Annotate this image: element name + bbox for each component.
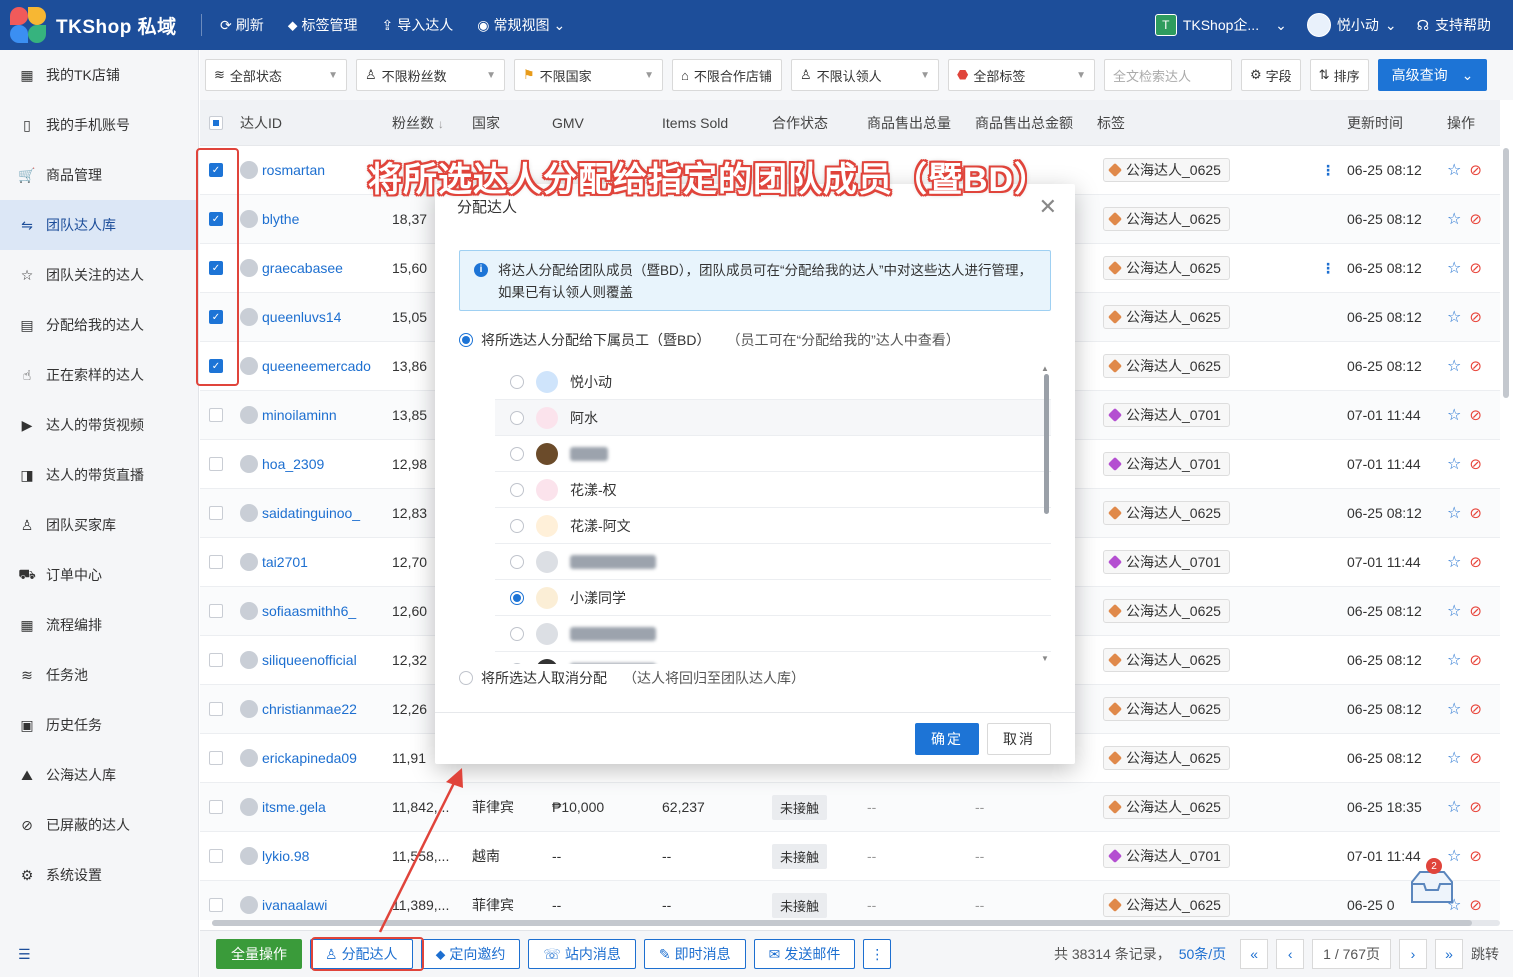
member-name: 花漾-阿文: [570, 517, 631, 534]
annotation-checkbox-highlight: [196, 148, 239, 386]
avatar: [536, 442, 558, 465]
assign-dialog: 分配达人 ✕ i 将达人分配给团队成员（暨BD），团队成员可在“分配给我的达人”…: [435, 184, 1075, 764]
member-name: 阿水: [570, 409, 598, 426]
member-name: 花漾-权: [570, 481, 617, 498]
member-item[interactable]: [495, 616, 1051, 652]
member-radio[interactable]: [510, 518, 524, 533]
avatar: [536, 586, 558, 609]
member-name: 悦小动: [570, 373, 612, 390]
member-item[interactable]: 花漾-阿文: [495, 508, 1051, 544]
redacted-name: [570, 662, 656, 664]
member-radio[interactable]: [510, 554, 524, 569]
option-unassign-hint: （达人将回归至团队达人库）: [623, 670, 805, 686]
dialog-footer-divider: [435, 712, 1075, 713]
cancel-button[interactable]: 取消: [987, 723, 1051, 755]
option-unassign[interactable]: 将所选达人取消分配 （达人将回归至团队达人库）: [459, 668, 805, 688]
option-assign-label: 将所选达人分配给下属员工（暨BD）: [481, 332, 711, 348]
info-text: 将达人分配给团队成员（暨BD），团队成员可在“分配给我的达人”中对这些达人进行管…: [498, 263, 1032, 300]
member-list-scrollbar[interactable]: [1044, 374, 1049, 514]
avatar: [536, 406, 558, 429]
avatar: [536, 370, 558, 393]
info-icon: i: [474, 263, 488, 277]
option-unassign-label: 将所选达人取消分配: [481, 670, 607, 686]
confirm-button[interactable]: 确定: [915, 723, 979, 755]
member-radio[interactable]: [510, 590, 524, 605]
member-list: 悦小动阿水花漾-权花漾-阿文小漾同学: [495, 364, 1051, 664]
option-assign-hint: （员工可在“分配给我的”达人中查看）: [726, 332, 960, 348]
member-item[interactable]: [495, 436, 1051, 472]
member-radio[interactable]: [510, 482, 524, 497]
avatar: [536, 478, 558, 501]
option-unassign-radio[interactable]: [459, 671, 473, 685]
option-assign[interactable]: 将所选达人分配给下属员工（暨BD） （员工可在“分配给我的”达人中查看）: [459, 330, 960, 350]
member-radio[interactable]: [510, 446, 524, 461]
avatar: [536, 622, 558, 645]
scroll-down-icon[interactable]: ▼: [1041, 654, 1049, 663]
scroll-up-icon[interactable]: ▲: [1041, 364, 1049, 373]
member-radio[interactable]: [510, 410, 524, 425]
member-radio[interactable]: [510, 626, 524, 641]
member-radio[interactable]: [510, 662, 524, 664]
avatar: [536, 658, 558, 664]
member-radio[interactable]: [510, 374, 524, 389]
annotation-callout: 将所选达人分配给指定的团队成员（暨BD）: [368, 161, 1050, 199]
option-assign-radio[interactable]: [459, 333, 473, 347]
info-alert: i 将达人分配给团队成员（暨BD），团队成员可在“分配给我的达人”中对这些达人进…: [459, 250, 1051, 311]
member-item[interactable]: [495, 652, 1051, 664]
redacted-name: [570, 446, 608, 461]
member-item[interactable]: 悦小动: [495, 364, 1051, 400]
member-item[interactable]: [495, 544, 1051, 580]
avatar: [536, 550, 558, 573]
annotation-assign-highlight: [311, 937, 424, 971]
member-item[interactable]: 花漾-权: [495, 472, 1051, 508]
redacted-name: [570, 554, 656, 569]
member-name: 小漾同学: [570, 589, 626, 606]
avatar: [536, 514, 558, 537]
redacted-name: [570, 626, 656, 641]
member-item[interactable]: 小漾同学: [495, 580, 1051, 616]
member-item[interactable]: 阿水: [495, 400, 1051, 436]
